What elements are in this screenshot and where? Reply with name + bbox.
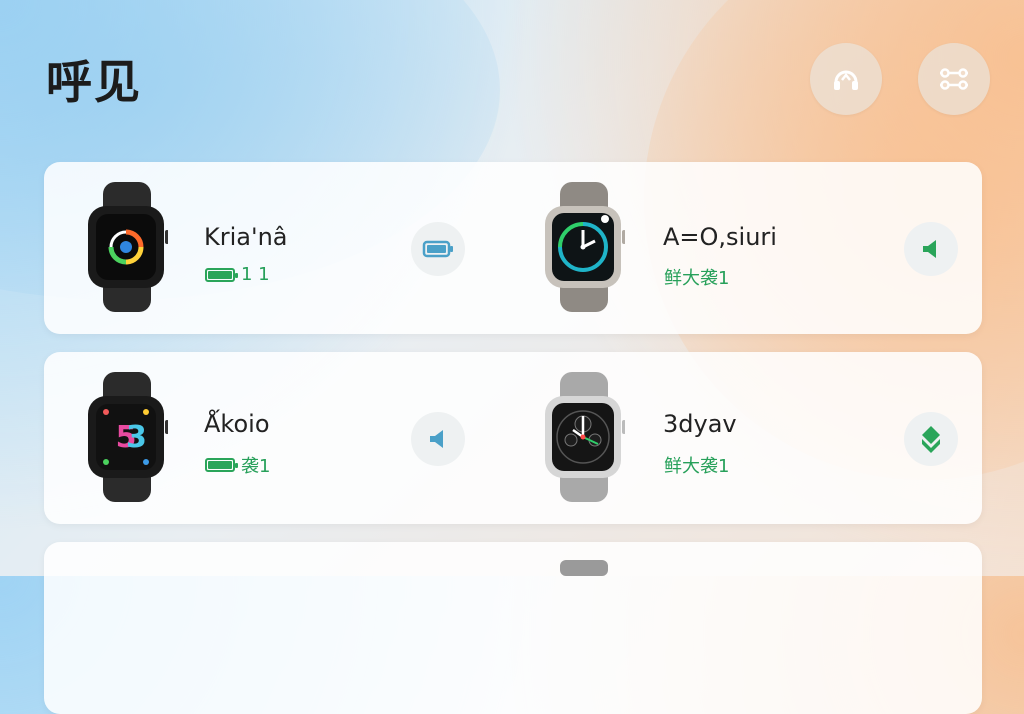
expand-button[interactable] bbox=[904, 412, 958, 466]
device-status: 袭1 bbox=[205, 452, 270, 478]
battery-action-icon bbox=[422, 240, 453, 258]
device-status-text: 1 1 bbox=[241, 264, 270, 285]
device-name: Ǻkoio bbox=[204, 410, 270, 438]
device-name: Kria'nâ bbox=[204, 223, 288, 251]
device-status-text: 鲜大袭1 bbox=[664, 456, 730, 477]
device-card-row-3 bbox=[44, 542, 982, 714]
watch-image bbox=[88, 182, 168, 312]
settings-sliders-icon bbox=[940, 68, 968, 90]
speaker-icon bbox=[430, 430, 443, 448]
device-status-text: 袭1 bbox=[241, 456, 271, 477]
device-name: A=O,siuri bbox=[663, 223, 777, 251]
watch-image bbox=[545, 182, 625, 312]
headset-button[interactable] bbox=[810, 43, 882, 115]
settings-button[interactable] bbox=[918, 43, 990, 115]
device-status: 鲜大袭1 bbox=[664, 264, 729, 290]
watch-image-partial bbox=[560, 560, 608, 576]
chevron-down-icon bbox=[922, 426, 940, 453]
device-status: 鲜大袭1 bbox=[664, 452, 729, 478]
headset-icon bbox=[834, 70, 858, 90]
device-card-row-2 bbox=[44, 352, 982, 524]
watch-image bbox=[545, 372, 625, 502]
battery-icon bbox=[205, 458, 238, 472]
watch-image: 5 3 bbox=[88, 372, 168, 502]
battery-action-button[interactable] bbox=[411, 222, 465, 276]
battery-icon bbox=[205, 267, 238, 282]
device-card-row-1 bbox=[44, 162, 982, 334]
speaker-button[interactable] bbox=[411, 412, 465, 466]
device-status: 1 1 bbox=[205, 264, 270, 285]
svg-text:3: 3 bbox=[126, 420, 147, 455]
speaker-icon bbox=[923, 240, 936, 258]
speaker-button[interactable] bbox=[904, 222, 958, 276]
page-title: 呼见 bbox=[46, 55, 142, 109]
device-status-text: 鲜大袭1 bbox=[664, 268, 730, 289]
device-name: 3dyav bbox=[663, 410, 737, 438]
